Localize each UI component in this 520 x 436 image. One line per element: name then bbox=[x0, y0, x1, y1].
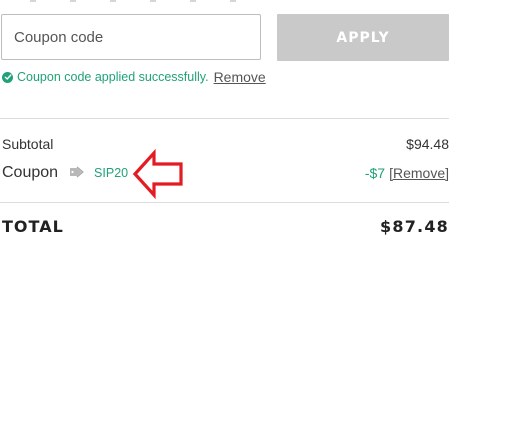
check-circle-icon bbox=[2, 71, 13, 83]
total-label: TOTAL bbox=[2, 216, 64, 236]
coupon-label: Coupon bbox=[2, 164, 59, 181]
total-value: $87.48 bbox=[380, 216, 449, 236]
divider bbox=[0, 118, 449, 119]
coupon-row: Coupon SIP20 -$7 [Remove] bbox=[2, 162, 449, 184]
subtotal-value: $94.48 bbox=[406, 136, 449, 152]
tag-icon bbox=[66, 164, 86, 183]
remove-coupon-bracket-link[interactable]: [Remove] bbox=[389, 165, 449, 181]
subtotal-row: Subtotal $94.48 bbox=[2, 135, 449, 153]
coupon-code-input[interactable] bbox=[1, 14, 261, 60]
apply-coupon-button[interactable]: APPLY bbox=[277, 14, 449, 61]
coupon-discount-value: -$7 bbox=[364, 165, 386, 181]
success-text: Coupon code applied successfully. bbox=[17, 70, 209, 84]
clipped-previous-text bbox=[0, 0, 450, 3]
total-row: TOTAL $87.48 bbox=[2, 215, 449, 237]
subtotal-label: Subtotal bbox=[2, 136, 54, 152]
annotation-left-arrow-icon bbox=[132, 149, 183, 199]
remove-coupon-link[interactable]: Remove bbox=[214, 69, 266, 85]
divider bbox=[0, 202, 449, 203]
coupon-code-badge: SIP20 bbox=[94, 166, 129, 180]
coupon-success-message: Coupon code applied successfully. Remove bbox=[2, 68, 266, 86]
